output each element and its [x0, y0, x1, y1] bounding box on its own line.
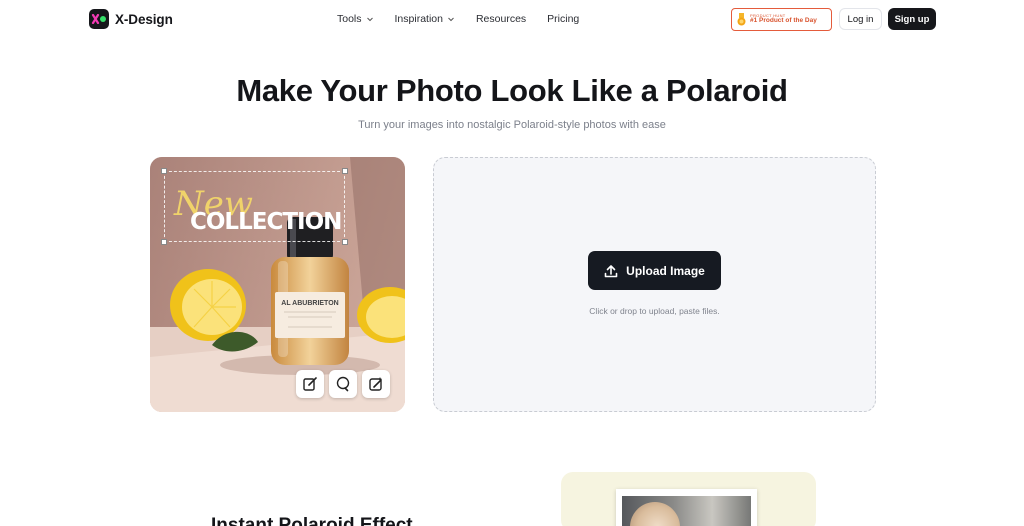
- resize-handle-top-left[interactable]: [161, 168, 167, 174]
- menu-item-pricing[interactable]: Pricing: [547, 13, 579, 25]
- resize-handle-bottom-left[interactable]: [161, 239, 167, 245]
- main-menu: Tools Inspiration Resources Pricing: [337, 13, 579, 25]
- resize-handle-bottom-right[interactable]: [342, 239, 348, 245]
- brand-logo[interactable]: X-Design: [89, 9, 173, 29]
- lasso-icon: [336, 376, 350, 392]
- page-title: Make Your Photo Look Like a Polaroid: [236, 73, 788, 108]
- top-navigation: X-Design Tools Inspiration Resources Pri…: [0, 0, 1024, 40]
- section-heading: Instant Polaroid Effect: [211, 515, 413, 526]
- magic-edit-icon: [369, 377, 382, 391]
- menu-label-pricing: Pricing: [547, 13, 580, 25]
- menu-label-resources: Resources: [475, 13, 527, 25]
- brand-name: X-Design: [115, 11, 173, 27]
- magic-edit-tool-button[interactable]: [362, 370, 390, 398]
- chevron-down-icon: [366, 17, 373, 22]
- edit-icon: [303, 377, 317, 391]
- portrait-face: [630, 502, 680, 526]
- medal-icon: [737, 13, 746, 26]
- signup-button[interactable]: Sign up: [888, 8, 936, 30]
- badge-title: #1 Product of the Day: [750, 17, 817, 25]
- bottle-label-text: AL ABUBRIETON: [281, 300, 338, 307]
- menu-item-tools[interactable]: Tools: [337, 13, 374, 25]
- portrait-photo: [622, 496, 751, 526]
- edit-tool-button[interactable]: [296, 370, 324, 398]
- menu-label-inspiration: Inspiration: [394, 13, 443, 25]
- product-hunt-badge[interactable]: PRODUCT HUNT #1 Product of the Day: [731, 8, 832, 31]
- menu-label-tools: Tools: [337, 13, 362, 25]
- upload-hint-text: Click or drop to upload, paste files.: [589, 306, 720, 316]
- image-tool-strip: [296, 370, 390, 398]
- page-subtitle: Turn your images into nostalgic Polaroid…: [358, 119, 666, 131]
- upload-icon: [604, 264, 618, 277]
- menu-item-resources[interactable]: Resources: [476, 13, 526, 25]
- resize-handle-top-right[interactable]: [342, 168, 348, 174]
- chevron-down-icon: [448, 17, 454, 22]
- menu-item-inspiration[interactable]: Inspiration: [395, 13, 455, 25]
- x-design-logo-icon: [89, 9, 109, 29]
- upload-image-button[interactable]: Upload Image: [588, 251, 721, 290]
- overlay-title-text: COLLECTION: [190, 209, 341, 235]
- lasso-tool-button[interactable]: [329, 370, 357, 398]
- login-button[interactable]: Log in: [839, 8, 882, 30]
- upload-button-label: Upload Image: [626, 263, 705, 278]
